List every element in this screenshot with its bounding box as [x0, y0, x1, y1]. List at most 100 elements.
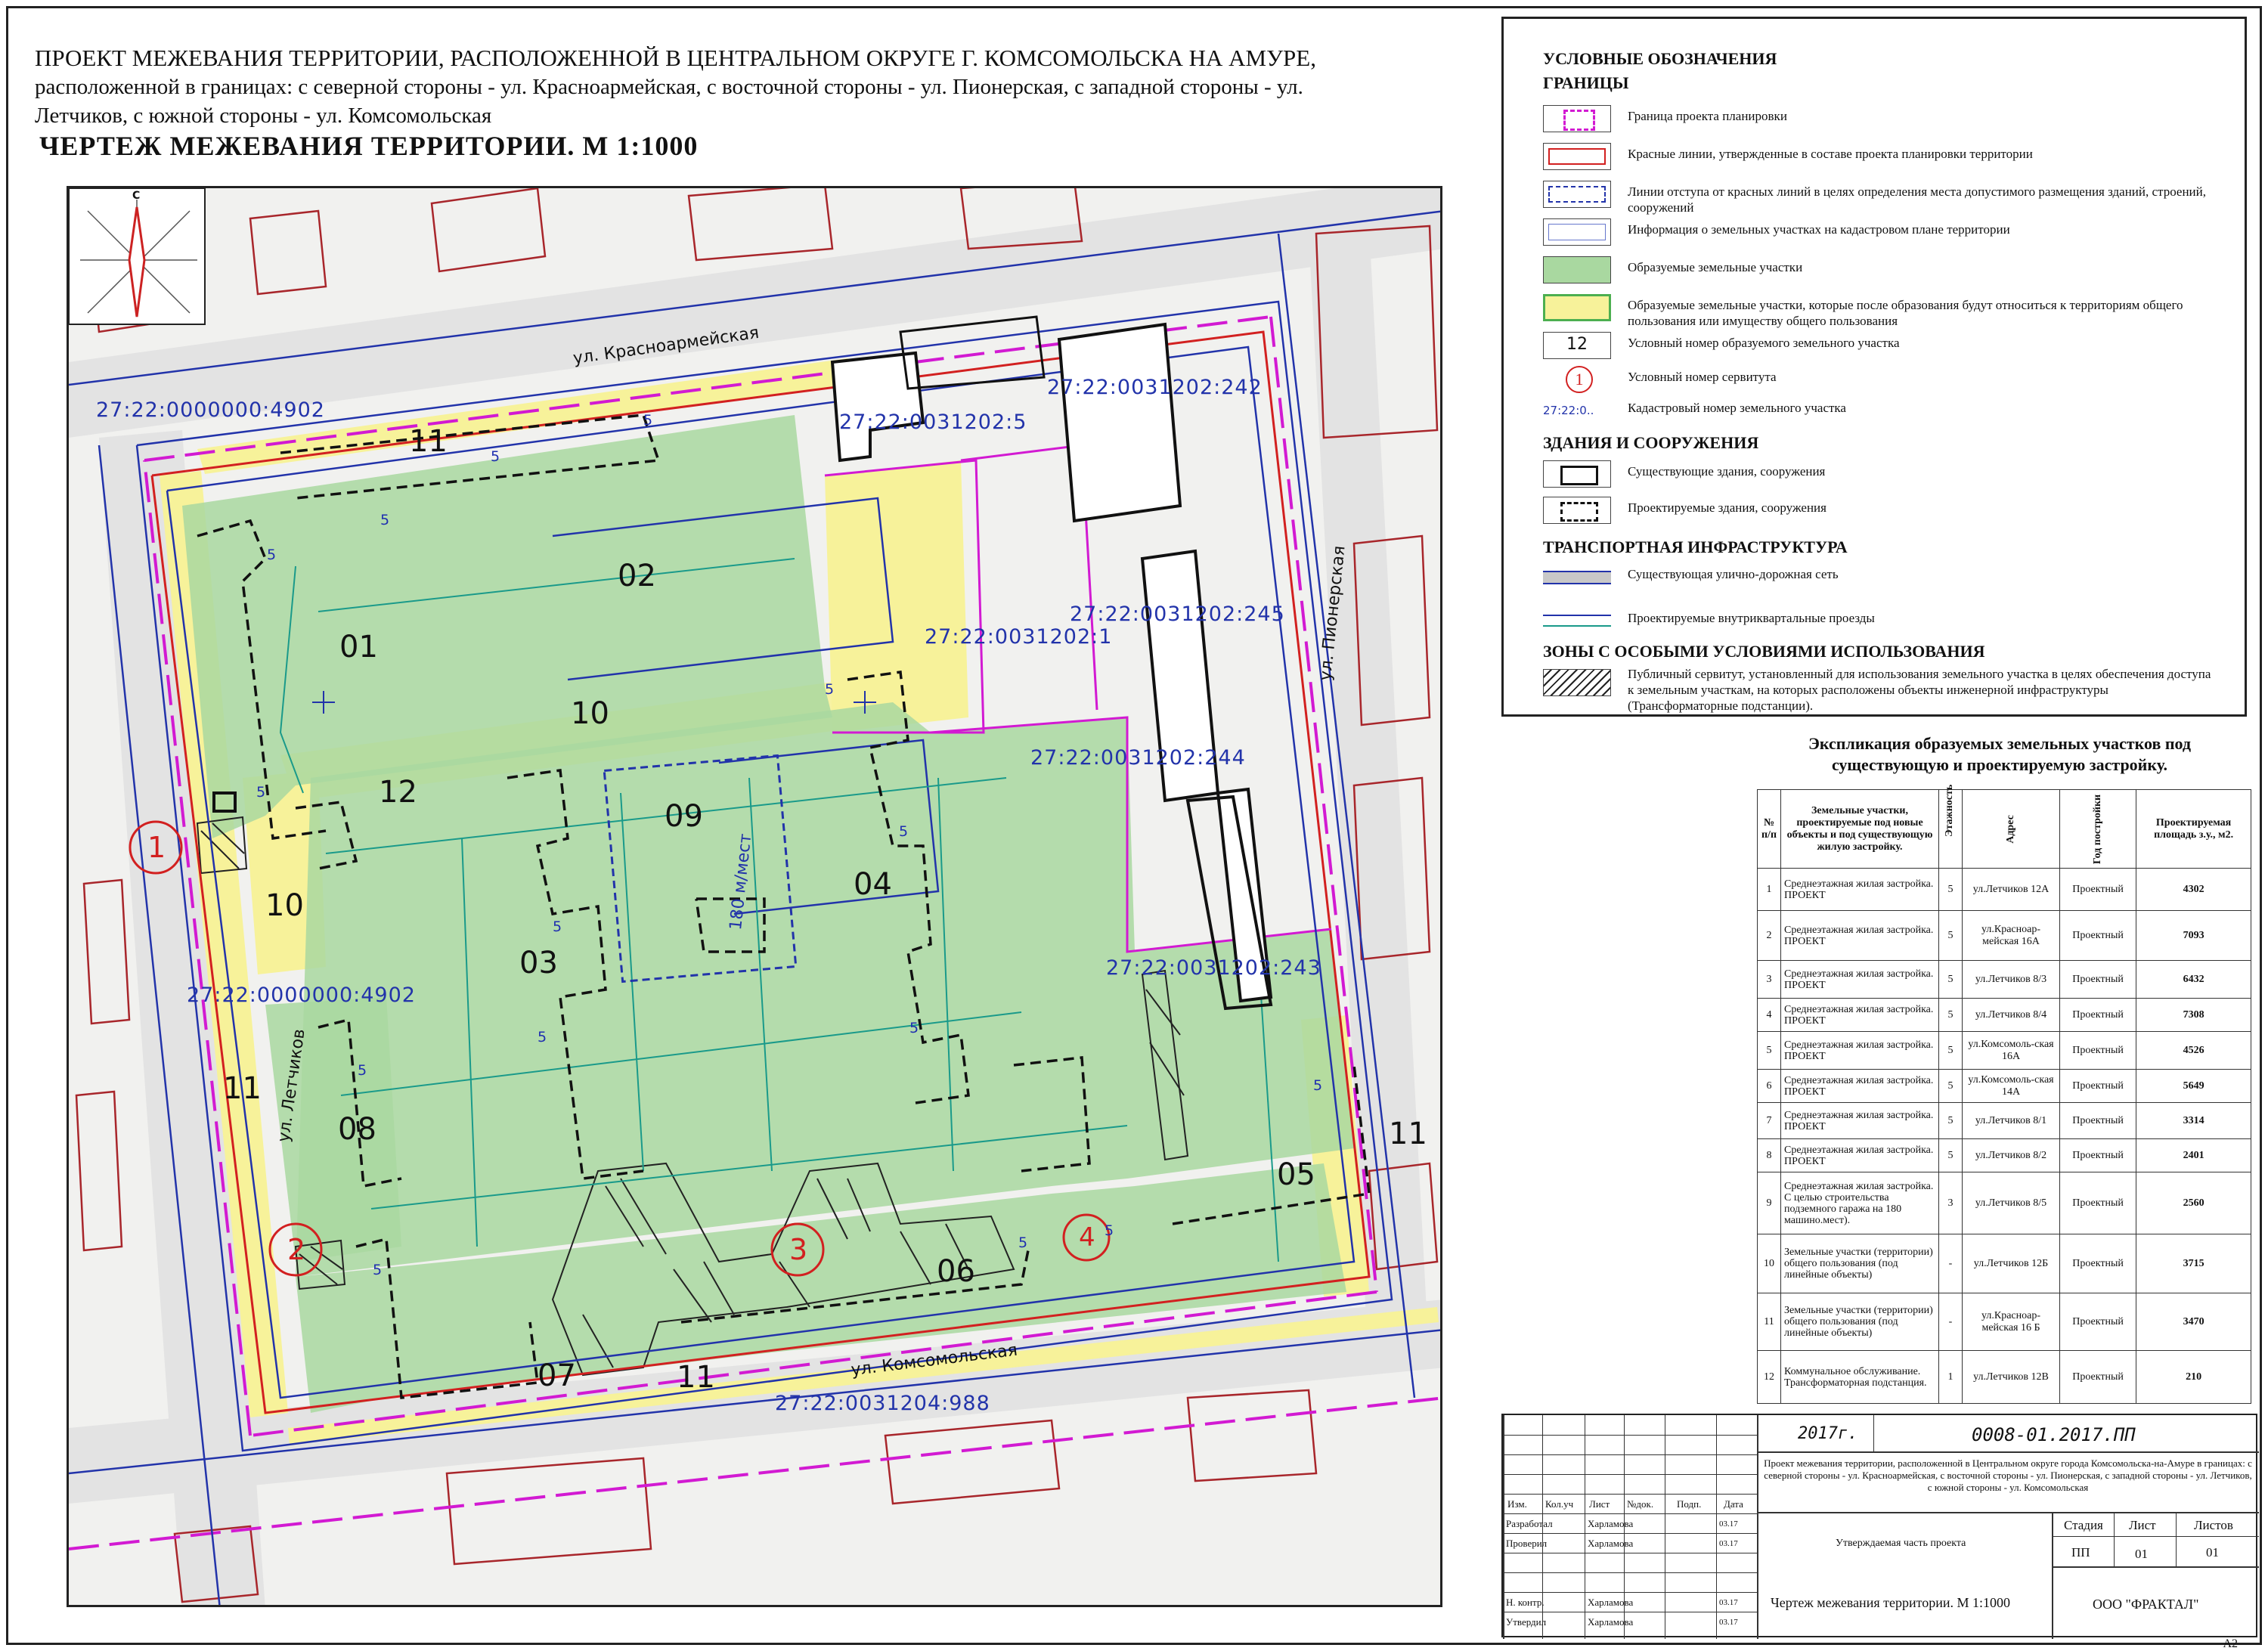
servitude-number-swatch: 1: [1543, 366, 1611, 393]
cadastral-number: 27:22:0000000:4902: [96, 398, 325, 422]
title-line-1: ПРОЕКТ МЕЖЕВАНИЯ ТЕРРИТОРИИ, РАСПОЛОЖЕНН…: [35, 45, 1316, 71]
floors-label: 5: [380, 512, 390, 528]
table-row: 7 Среднеэтажная жилая застройка. ПРОЕКТ 5 у…: [1757, 1102, 2251, 1139]
planned-building-swatch: [1543, 497, 1611, 524]
row-year: Проектный: [2059, 868, 2137, 911]
table-title-line: Экспликация образуемых земельных участко…: [1808, 734, 2192, 753]
row-area: 6432: [2136, 960, 2251, 999]
row-floors: 5: [1938, 910, 1963, 961]
stamp-date: 03.17: [1719, 1539, 1738, 1548]
row-num: 5: [1757, 1031, 1781, 1070]
table-title: Экспликация образуемых земельных участко…: [1739, 733, 2260, 776]
row-floors: 1: [1938, 1350, 1963, 1404]
plot-number: 06: [937, 1254, 975, 1289]
row-num: 7: [1757, 1102, 1781, 1139]
existing-road-swatch: [1543, 563, 1611, 590]
setback-lines-swatch: [1543, 181, 1611, 208]
cadastral-number: 27:22:0031202:1: [925, 625, 1113, 649]
table-row: 1 Среднеэтажная жилая застройка. ПРОЕКТ 5 у…: [1757, 868, 2251, 911]
stamp-date: 03.17: [1719, 1618, 1738, 1627]
legend-item: Публичный сервитут, установленный для ис…: [1543, 666, 2223, 716]
row-floors: -: [1938, 1293, 1963, 1351]
legend-title: УСЛОВНЫЕ ОБОЗНАЧЕНИЯ: [1543, 49, 1777, 68]
cadastral-number: 27:22:0031202:245: [1070, 602, 1285, 626]
table-row: 5 Среднеэтажная жилая застройка. ПРОЕКТ 5 у…: [1757, 1031, 2251, 1070]
legend-item: 27:22:0.. Кадастровый номер земельного у…: [1543, 394, 2223, 430]
row-year: Проектный: [2059, 1102, 2137, 1139]
row-floors: 5: [1938, 1031, 1963, 1070]
legend-section-buildings: ЗДАНИЯ И СООРУЖЕНИЯ: [1543, 433, 1759, 452]
legend-item: Красные линии, утвержденные в составе пр…: [1543, 140, 2223, 176]
stamp-date: 03.17: [1719, 1598, 1738, 1607]
public-plots-swatch: [1543, 294, 1611, 321]
row-desc: Среднеэтажная жилая застройка. С целью с…: [1780, 1172, 1939, 1234]
legend-label: Информация о земельных участках на кадас…: [1628, 222, 2010, 237]
existing-building-swatch: [1543, 460, 1611, 488]
floors-label: 5: [256, 784, 266, 801]
row-floors: 5: [1938, 960, 1963, 999]
red-lines-swatch: [1543, 143, 1611, 170]
row-area: 5649: [2136, 1069, 2251, 1103]
row-floors: 5: [1938, 1102, 1963, 1139]
stamp-role: Разработал: [1506, 1518, 1553, 1529]
row-year: Проектный: [2059, 1069, 2137, 1103]
sheet-format: А2: [2223, 1637, 2238, 1650]
row-area: 7308: [2136, 998, 2251, 1032]
legend-label: Образуемые земельные участки: [1628, 260, 1803, 274]
formed-plots-swatch: [1543, 256, 1611, 283]
legend-item: Существующая улично-дорожная сеть: [1543, 560, 2223, 596]
stamp-sheets-header: Листов: [2194, 1518, 2233, 1532]
plot-number: 08: [338, 1112, 376, 1147]
floors-label: 5: [825, 681, 835, 698]
legend-label: Существующие здания, сооружения: [1628, 464, 1826, 479]
planned-driveway-swatch: [1543, 607, 1611, 634]
col-area: Проектируемая площадь з.у., м2.: [2136, 789, 2251, 869]
row-desc: Земельные участки (территории) общего по…: [1780, 1293, 1939, 1351]
legend-label: Проектируемые внутриквартальные проезды: [1628, 611, 1875, 625]
row-num: 1: [1757, 868, 1781, 911]
row-address: ул.Летчиков 8/5: [1962, 1172, 2060, 1234]
legend-label: Проектируемые здания, сооружения: [1628, 500, 1826, 515]
servitude-number: 2: [287, 1233, 306, 1266]
floors-label: 5: [1313, 1077, 1323, 1094]
legend-item: Существующие здания, сооружения: [1543, 457, 2223, 494]
row-num: 9: [1757, 1172, 1781, 1234]
stamp-role: Н. контр.: [1506, 1597, 1545, 1608]
table-row: 4 Среднеэтажная жилая застройка. ПРОЕКТ 5 у…: [1757, 998, 2251, 1032]
floors-label: 5: [1018, 1234, 1028, 1251]
row-area: 2401: [2136, 1138, 2251, 1172]
floors-label: 5: [909, 1020, 919, 1036]
row-desc: Земельные участки (территории) общего по…: [1780, 1234, 1939, 1293]
legend-label: Условный номер образуемого земельного уч…: [1628, 336, 1900, 350]
plot-number: 11: [677, 1360, 715, 1395]
row-desc: Среднеэтажная жилая застройка. ПРОЕКТ: [1780, 1069, 1939, 1103]
legend-label: Образуемые земельные участки, которые по…: [1628, 298, 2183, 328]
plot-number: 03: [519, 946, 558, 980]
legend-item: Образуемые земельные участки, которые по…: [1543, 291, 2223, 328]
legend-item: Образуемые земельные участки: [1543, 253, 2223, 290]
stamp-part: Утверждаемая часть проекта: [1836, 1538, 1966, 1549]
title-block-stamp: 2017г. 0008-01.2017.ПП Проект межевания …: [1501, 1414, 2259, 1639]
legend-item: Информация о земельных участках на кадас…: [1543, 215, 2223, 252]
legend-label: Существующая улично-дорожная сеть: [1628, 567, 1839, 581]
legend-item: 12 Условный номер образуемого земельного…: [1543, 329, 2223, 365]
row-num: 10: [1757, 1234, 1781, 1293]
table-body: 1 Среднеэтажная жилая застройка. ПРОЕКТ 5 у…: [1757, 868, 2251, 1404]
row-floors: 5: [1938, 1069, 1963, 1103]
plot-number: 12: [379, 775, 417, 810]
plot-number: 09: [665, 799, 703, 834]
table-row: 8 Среднеэтажная жилая застройка. ПРОЕКТ 5 у…: [1757, 1138, 2251, 1172]
stamp-sheet-header: Лист: [2129, 1518, 2156, 1532]
row-floors: 5: [1938, 868, 1963, 911]
plot-number: 05: [1277, 1157, 1315, 1192]
legend-label: Публичный сервитут, установленный для ис…: [1628, 667, 2211, 713]
row-address: ул.Комсомоль-ская 16А: [1962, 1031, 2060, 1070]
servitude-sample: 1: [1566, 366, 1593, 393]
row-year: Проектный: [2059, 1293, 2137, 1351]
legend-label: Граница проекта планировки: [1628, 109, 1787, 123]
row-year: Проектный: [2059, 960, 2137, 999]
stamp-col-kol: Кол.уч: [1545, 1498, 1574, 1510]
row-desc: Среднеэтажная жилая застройка. ПРОЕКТ: [1780, 1031, 1939, 1070]
row-desc: Среднеэтажная жилая застройка. ПРОЕКТ: [1780, 960, 1939, 999]
row-area: 210: [2136, 1350, 2251, 1404]
